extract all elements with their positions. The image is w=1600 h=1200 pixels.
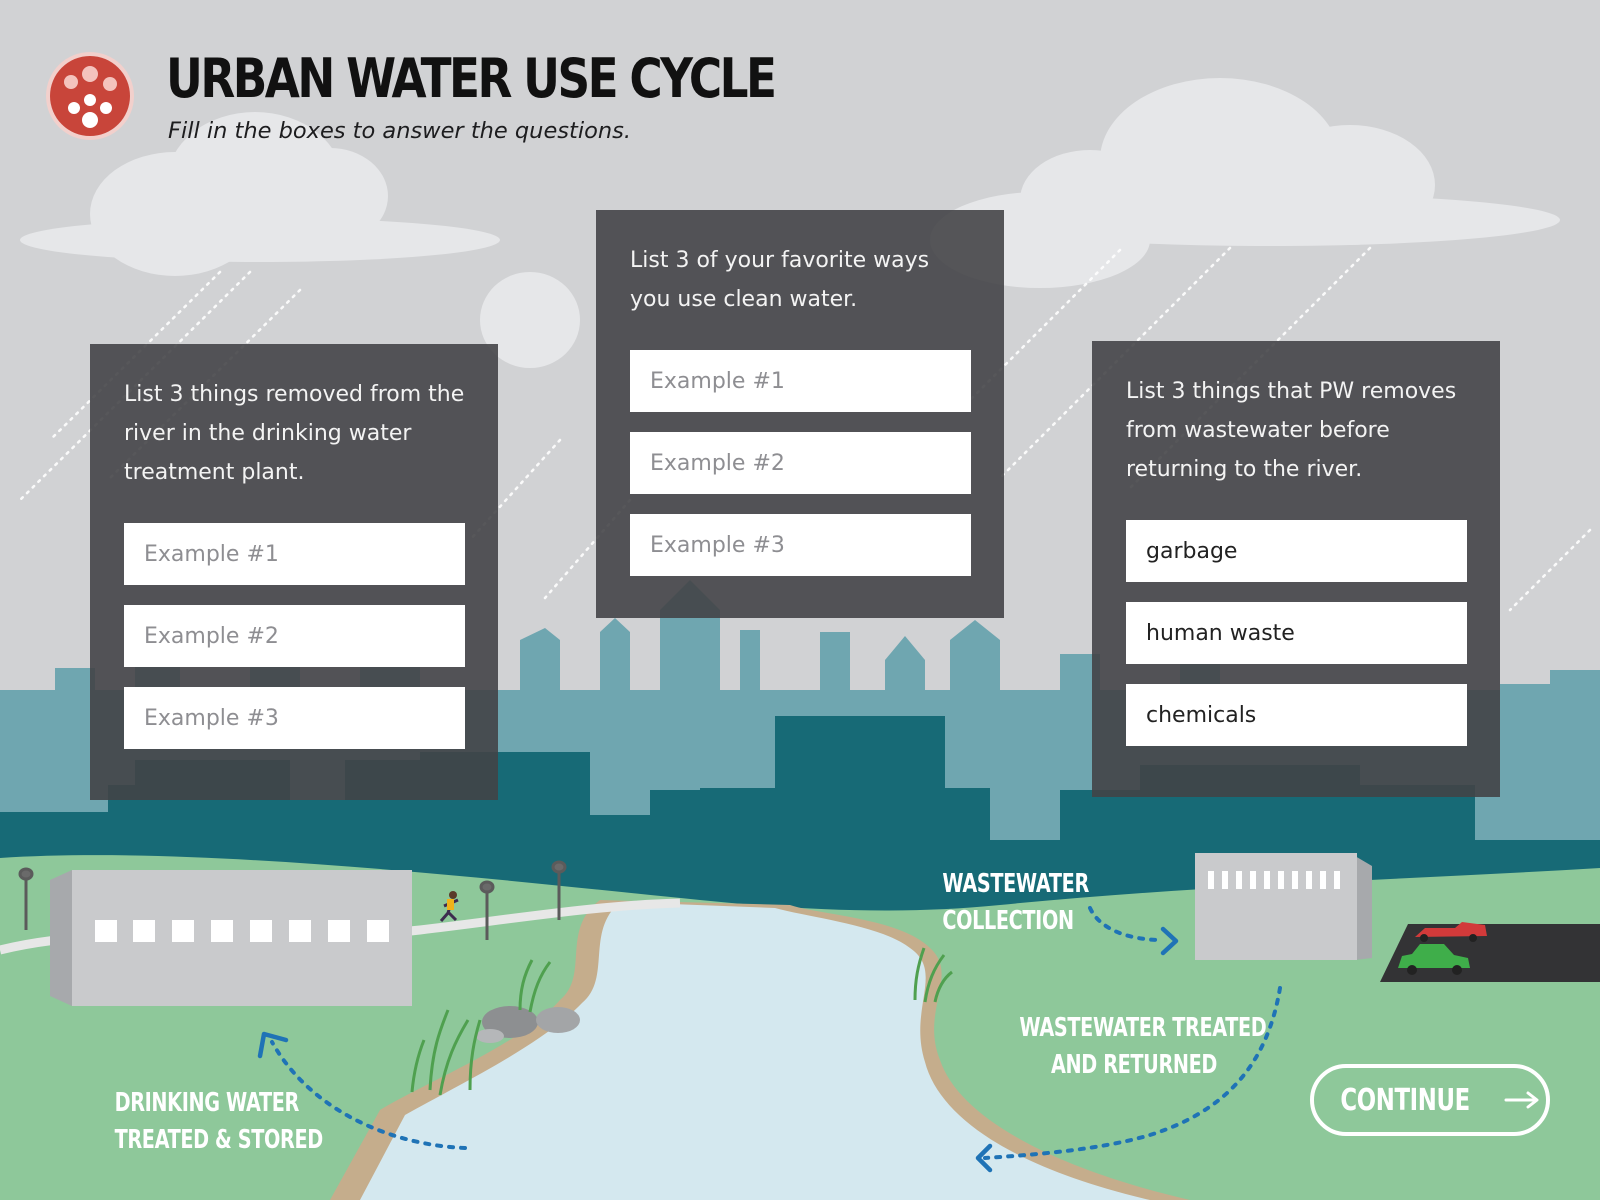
answer-field-2[interactable]: [1126, 602, 1467, 664]
wastewater-plant: [1195, 853, 1372, 960]
cloud: [930, 78, 1560, 288]
answer-field-3[interactable]: [124, 687, 465, 749]
label-drinking-water: DRINKING WATER TREATED & STORED: [115, 1085, 324, 1159]
label-wastewater-treated: WASTEWATER TREATED AND RETURNED: [1019, 1010, 1266, 1084]
label-line: COLLECTION: [942, 906, 1074, 936]
answer-field-2[interactable]: [630, 432, 971, 494]
label-line: TREATED & STORED: [114, 1125, 324, 1155]
label-line: WASTEWATER: [942, 869, 1089, 899]
label-line: AND RETURNED: [1051, 1050, 1217, 1080]
answer-field-2[interactable]: [124, 605, 465, 667]
question-prompt: List 3 things removed from the river in …: [124, 382, 465, 485]
answer-field-1[interactable]: [124, 523, 465, 585]
answer-field-1[interactable]: [1126, 520, 1467, 582]
answer-field-3[interactable]: [630, 514, 971, 576]
question-card-drinking-water: List 3 things removed from the river in …: [90, 344, 498, 800]
question-card-wastewater: List 3 things that PW removes from waste…: [1092, 341, 1500, 797]
page-subtitle: Fill in the boxes to answer the question…: [168, 118, 631, 144]
question-prompt: List 3 things that PW removes from waste…: [1126, 379, 1457, 482]
drinking-water-plant: [50, 870, 412, 1006]
label-wastewater-collection: WASTEWATER COLLECTION: [942, 866, 1089, 940]
label-line: WASTEWATER TREATED: [1019, 1013, 1267, 1043]
page-title: URBAN WATER USE CYCLE: [166, 47, 777, 110]
arrow-right-icon: [1504, 1091, 1539, 1109]
urban-water-activity: URBAN WATER USE CYCLE Fill in the boxes …: [0, 0, 1600, 1200]
label-line: DRINKING WATER: [114, 1088, 300, 1118]
answer-field-1[interactable]: [630, 350, 971, 412]
continue-label: CONTINUE: [1340, 1082, 1470, 1118]
cloud: [20, 112, 580, 368]
continue-button[interactable]: CONTINUE: [1310, 1064, 1550, 1136]
question-prompt: List 3 of your favorite ways you use cle…: [630, 248, 930, 312]
water-drops-logo-icon: [46, 52, 134, 140]
question-card-clean-water-uses: List 3 of your favorite ways you use cle…: [596, 210, 1004, 618]
answer-field-3[interactable]: [1126, 684, 1467, 746]
